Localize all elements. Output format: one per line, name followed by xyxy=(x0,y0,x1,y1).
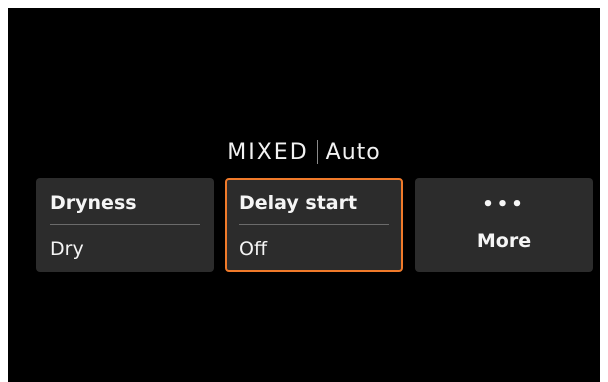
ellipsis-icon: ••• xyxy=(482,194,526,215)
header-divider xyxy=(316,140,318,164)
more-tile[interactable]: ••• More xyxy=(415,178,593,272)
cycle-label: Auto xyxy=(325,139,381,165)
dryness-label: Dryness xyxy=(50,192,137,214)
delay-start-tile[interactable]: Delay start Off xyxy=(225,178,403,272)
delay-start-value: Off xyxy=(239,238,268,260)
delay-start-label: Delay start xyxy=(239,192,358,214)
tile-divider xyxy=(50,224,200,225)
dryness-value: Dry xyxy=(50,238,84,260)
more-label: More xyxy=(476,230,532,252)
dryness-tile[interactable]: Dryness Dry xyxy=(36,178,214,272)
display-screen: MIXED Auto Dryness Dry Delay start Off •… xyxy=(8,8,600,382)
fabric-label: MIXED xyxy=(227,139,309,165)
tile-divider xyxy=(239,224,389,225)
cycle-header: MIXED Auto xyxy=(8,136,600,168)
